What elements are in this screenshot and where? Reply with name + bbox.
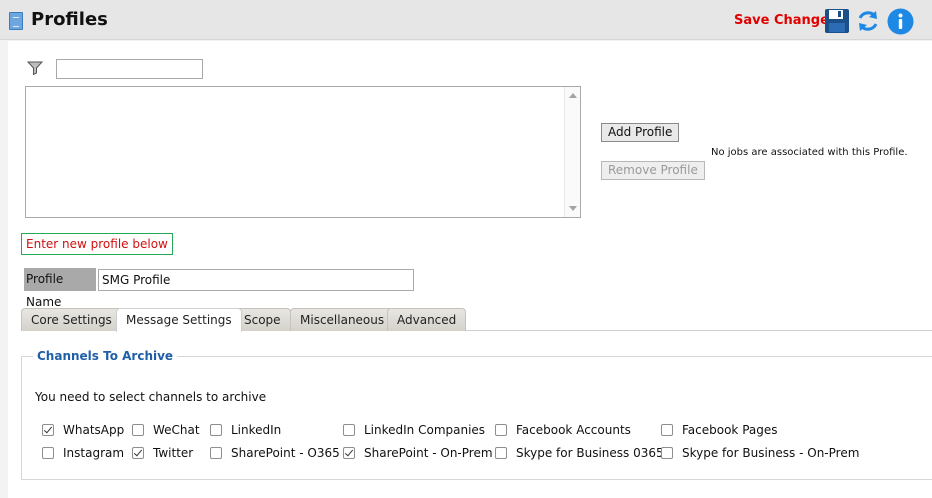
channel-label: SharePoint - O365 bbox=[231, 446, 340, 460]
scroll-down-arrow-icon[interactable] bbox=[569, 206, 577, 211]
channel-label: Skype for Business - On-Prem bbox=[682, 446, 860, 460]
skype-business-on-prem-checkbox[interactable] bbox=[661, 447, 673, 459]
profiles-listbox[interactable] bbox=[25, 86, 581, 218]
facebook-accounts-checkbox[interactable] bbox=[495, 424, 507, 436]
wechat-checkbox[interactable] bbox=[132, 424, 144, 436]
channel-label: LinkedIn bbox=[231, 423, 282, 437]
channel-skype-business-on-prem[interactable]: Skype for Business - On-Prem bbox=[661, 445, 859, 461]
tab-scope[interactable]: Scope bbox=[234, 308, 291, 331]
whatsapp-checkbox[interactable] bbox=[42, 424, 54, 436]
twitter-checkbox[interactable] bbox=[132, 447, 144, 459]
channel-linkedin[interactable]: LinkedIn bbox=[210, 422, 281, 438]
skype-business-0365-checkbox[interactable] bbox=[495, 447, 507, 459]
channel-label: SharePoint - On-Prem bbox=[364, 446, 493, 460]
tab-core-settings[interactable]: Core Settings bbox=[21, 308, 122, 331]
channel-skype-business-0365[interactable]: Skype for Business 0365 bbox=[495, 445, 664, 461]
channel-label: Twitter bbox=[153, 446, 194, 460]
info-icon[interactable] bbox=[887, 8, 914, 35]
channel-wechat[interactable]: WeChat bbox=[132, 422, 200, 438]
scroll-up-arrow-icon[interactable] bbox=[569, 93, 577, 98]
filter-icon bbox=[27, 61, 43, 75]
tab-miscellaneous[interactable]: Miscellaneous bbox=[290, 308, 395, 331]
channel-sharepoint-o365[interactable]: SharePoint - O365 bbox=[210, 445, 340, 461]
channel-sharepoint-on-prem[interactable]: SharePoint - On-Prem bbox=[343, 445, 493, 461]
save-icon[interactable] bbox=[824, 8, 850, 34]
channel-label: WeChat bbox=[153, 423, 200, 437]
new-profile-hint: Enter new profile below bbox=[21, 233, 173, 255]
profiles-book-icon bbox=[9, 12, 23, 30]
linkedin-companies-checkbox[interactable] bbox=[343, 424, 355, 436]
remove-profile-button[interactable]: Remove Profile bbox=[601, 161, 705, 180]
channel-label: LinkedIn Companies bbox=[364, 423, 486, 437]
channels-instruction: You need to select channels to archive bbox=[35, 390, 267, 404]
listbox-scrollbar[interactable] bbox=[564, 87, 580, 217]
tab-message-settings[interactable]: Message Settings bbox=[116, 308, 242, 332]
channel-linkedin-companies[interactable]: LinkedIn Companies bbox=[343, 422, 485, 438]
channel-facebook-accounts[interactable]: Facebook Accounts bbox=[495, 422, 631, 438]
linkedin-checkbox[interactable] bbox=[210, 424, 222, 436]
channel-label: Skype for Business 0365 bbox=[516, 446, 664, 460]
profile-name-input[interactable]: SMG Profile bbox=[98, 269, 414, 291]
save-changes-link[interactable]: Save Changes bbox=[734, 13, 837, 28]
profile-name-label: Profile Name bbox=[24, 268, 96, 309]
channel-label: WhatsApp bbox=[63, 423, 125, 437]
header-bar: Profiles Save Changes bbox=[0, 0, 932, 40]
facebook-pages-checkbox[interactable] bbox=[661, 424, 673, 436]
refresh-icon[interactable] bbox=[855, 8, 881, 34]
tab-advanced[interactable]: Advanced bbox=[387, 308, 467, 331]
channel-instagram[interactable]: Instagram bbox=[42, 445, 124, 461]
channel-label: Facebook Pages bbox=[682, 423, 778, 437]
channels-legend: Channels To Archive bbox=[33, 349, 178, 363]
channel-whatsapp[interactable]: WhatsApp bbox=[42, 422, 124, 438]
instagram-checkbox[interactable] bbox=[42, 447, 54, 459]
profile-filter-input[interactable] bbox=[56, 59, 203, 79]
add-profile-button[interactable]: Add Profile bbox=[601, 123, 680, 142]
channel-label: Instagram bbox=[63, 446, 125, 460]
page-title: Profiles bbox=[31, 9, 108, 30]
channel-label: Facebook Accounts bbox=[516, 423, 631, 437]
sharepoint-o365-checkbox[interactable] bbox=[210, 447, 222, 459]
channels-fieldset bbox=[21, 356, 932, 480]
channel-facebook-pages[interactable]: Facebook Pages bbox=[661, 422, 778, 438]
no-jobs-status: No jobs are associated with this Profile… bbox=[711, 147, 908, 158]
sharepoint-on-prem-checkbox[interactable] bbox=[343, 447, 355, 459]
channel-twitter[interactable]: Twitter bbox=[132, 445, 193, 461]
